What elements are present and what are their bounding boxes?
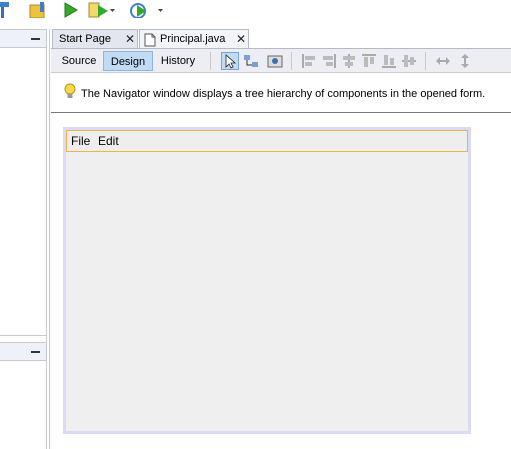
minimize-icon[interactable] xyxy=(31,351,40,353)
center-vertically-icon[interactable] xyxy=(401,53,417,69)
tab-design[interactable]: Design xyxy=(103,51,153,71)
resize-horizontal-icon[interactable] xyxy=(435,53,451,69)
editor-border xyxy=(49,29,50,449)
tab-history[interactable]: History xyxy=(153,51,203,71)
center-horizontally-icon[interactable] xyxy=(341,53,357,69)
menu-edit[interactable]: Edit xyxy=(98,134,119,148)
tab-label: Start Page xyxy=(59,33,111,45)
align-top-icon[interactable] xyxy=(361,53,377,69)
left-panel-border xyxy=(46,29,47,449)
info-message-bar: The Navigator window displays a tree hie… xyxy=(51,73,511,113)
tab-source[interactable]: Source xyxy=(55,51,103,71)
align-left-icon[interactable] xyxy=(301,53,317,69)
clean-build-icon[interactable] xyxy=(28,2,50,18)
lightbulb-icon xyxy=(64,83,76,98)
menu-bar[interactable]: File Edit xyxy=(66,130,468,152)
debug-icon[interactable] xyxy=(88,2,116,18)
close-icon[interactable]: ✕ xyxy=(236,32,246,46)
main-toolbar xyxy=(0,0,511,22)
jframe-form[interactable] xyxy=(66,130,468,431)
java-file-icon xyxy=(144,33,156,47)
align-bottom-icon[interactable] xyxy=(381,53,397,69)
profile-icon[interactable] xyxy=(128,2,168,18)
left-panel-header-bottom xyxy=(0,342,46,361)
selection-mode-icon[interactable] xyxy=(221,52,239,70)
hammer-icon[interactable] xyxy=(0,2,10,18)
tab-start-page[interactable]: Start Page ✕ xyxy=(52,29,138,49)
resize-vertical-icon[interactable] xyxy=(457,53,473,69)
tab-label: Principal.java xyxy=(160,33,226,45)
connection-mode-icon[interactable] xyxy=(243,53,259,69)
left-panel-header-top xyxy=(0,29,46,48)
menu-file[interactable]: File xyxy=(71,134,90,148)
minimize-icon[interactable] xyxy=(31,38,40,40)
tab-principal-java[interactable]: Principal.java ✕ xyxy=(139,29,249,49)
align-right-icon[interactable] xyxy=(321,53,337,69)
left-panel-separator xyxy=(0,335,46,336)
close-icon[interactable]: ✕ xyxy=(125,32,135,46)
run-icon[interactable] xyxy=(64,2,78,18)
design-toolbar: Source Design History xyxy=(51,48,511,73)
preview-design-icon[interactable] xyxy=(267,53,283,69)
info-message: The Navigator window displays a tree hie… xyxy=(81,88,486,100)
